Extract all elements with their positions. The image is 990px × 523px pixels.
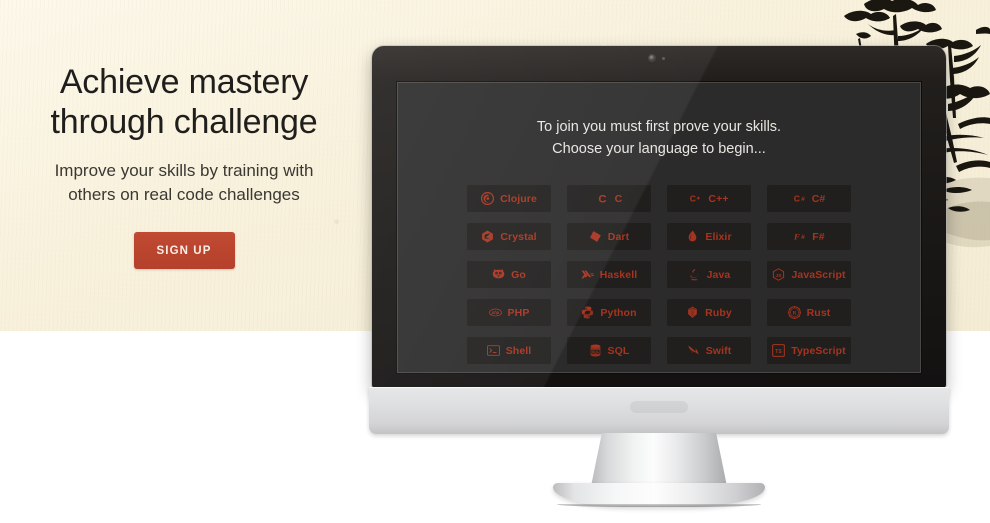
language-button-c[interactable]: C # C# (766, 184, 852, 213)
csharp-icon: C # (793, 192, 806, 205)
landing-page: Achieve mastery through challenge Improv… (0, 0, 990, 523)
language-label: SQL (607, 344, 630, 357)
language-label: Swift (705, 344, 732, 357)
hero-subtitle: Improve your skills by training with oth… (54, 161, 314, 204)
language-button-c[interactable]: CC (566, 184, 652, 213)
svg-text:C: C (793, 194, 800, 204)
language-label: Ruby (705, 306, 732, 319)
language-button-python[interactable]: Python (566, 298, 652, 327)
language-label: Haskell (599, 268, 638, 281)
prompt-line-2: Choose your language to begin... (552, 141, 766, 157)
language-label: C# (811, 192, 826, 205)
language-button-sql[interactable]: SQL SQL (566, 336, 652, 365)
svg-text:C: C (598, 193, 606, 205)
c-icon: C (596, 192, 609, 205)
clojure-icon (481, 192, 495, 205)
hero-copy: Achieve mastery through challenge Improv… (0, 0, 368, 331)
svg-text:JS: JS (776, 273, 783, 279)
crystal-icon (481, 230, 494, 243)
language-button-typescript[interactable]: TS TypeScript (766, 336, 852, 365)
sql-database-icon: SQL (589, 344, 602, 357)
language-label: Clojure (500, 192, 537, 205)
language-button-java[interactable]: Java (666, 260, 752, 289)
language-label: C (614, 192, 623, 205)
svg-text:#: # (801, 196, 805, 203)
monitor-stand-base (553, 483, 765, 507)
ruby-icon (686, 306, 699, 319)
imac-monitor-mockup: To join you must first prove your skills… (369, 46, 949, 507)
python-icon (581, 306, 594, 319)
language-label: PHP (507, 306, 530, 319)
screen-prompt: To join you must first prove your skills… (397, 116, 921, 160)
sign-up-button[interactable]: SIGN UP (133, 232, 235, 269)
svg-text:TS: TS (775, 349, 782, 355)
monitor-screen: To join you must first prove your skills… (397, 82, 921, 373)
java-icon (688, 268, 701, 281)
webcam-lens-icon (649, 55, 655, 61)
haskell-icon (581, 268, 594, 281)
prompt-line-1: To join you must first prove your skills… (536, 119, 782, 135)
language-button-rust[interactable]: R Rust (766, 298, 852, 327)
language-button-shell[interactable]: Shell (466, 336, 552, 365)
page-title: Achieve mastery through challenge (50, 63, 318, 141)
language-label: Rust (806, 306, 831, 319)
language-button-elixir[interactable]: Elixir (666, 222, 752, 251)
language-button-dart[interactable]: Dart (566, 222, 652, 251)
language-label: Crystal (500, 230, 537, 243)
language-button-swift[interactable]: Swift (666, 336, 752, 365)
language-grid: Clojure C C C C++ C # C# Crystal Dart Elixir F # F# Go… (466, 184, 852, 365)
language-button-php[interactable]: php PHP (466, 298, 552, 327)
javascript-icon: JS (772, 268, 785, 281)
language-button-crystal[interactable]: Crystal (466, 222, 552, 251)
fsharp-icon: F # (793, 230, 806, 243)
brand-logo (630, 401, 688, 413)
svg-text:F: F (793, 232, 800, 242)
language-label: C++ (708, 192, 729, 205)
svg-text:R: R (792, 311, 796, 317)
rust-icon: R (787, 306, 801, 319)
dart-icon (589, 230, 602, 243)
php-icon: php (488, 306, 502, 319)
language-label: Python (600, 306, 637, 319)
language-label: F# (812, 230, 825, 243)
typescript-icon: TS (772, 344, 786, 357)
language-button-f[interactable]: F # F# (766, 222, 852, 251)
language-label: Go (511, 268, 526, 281)
webcam-indicator-icon (662, 57, 665, 60)
screen-content: To join you must first prove your skills… (397, 82, 921, 373)
webcam-icon (649, 55, 669, 61)
shell-terminal-icon (486, 344, 500, 357)
svg-text:#: # (801, 234, 805, 241)
language-label: Elixir (705, 230, 732, 243)
go-gopher-icon (492, 268, 505, 281)
svg-text:php: php (490, 310, 499, 315)
monitor-chin (369, 387, 949, 434)
language-label: TypeScript (791, 344, 846, 357)
language-button-haskell[interactable]: Haskell (566, 260, 652, 289)
elixir-icon (686, 230, 699, 243)
language-label: JavaScript (791, 268, 846, 281)
monitor-bezel: To join you must first prove your skills… (372, 46, 946, 388)
language-label: Shell (505, 344, 532, 357)
language-label: Dart (607, 230, 630, 243)
language-button-go[interactable]: Go (466, 260, 552, 289)
svg-text:C: C (690, 194, 697, 204)
language-button-c[interactable]: C C++ (666, 184, 752, 213)
language-button-javascript[interactable]: JS JavaScript (766, 260, 852, 289)
language-button-clojure[interactable]: Clojure (466, 184, 552, 213)
swift-bird-icon (687, 344, 700, 357)
language-button-ruby[interactable]: Ruby (666, 298, 752, 327)
svg-text:SQL: SQL (591, 350, 598, 354)
cpp-icon: C (689, 192, 702, 205)
language-label: Java (706, 268, 731, 281)
